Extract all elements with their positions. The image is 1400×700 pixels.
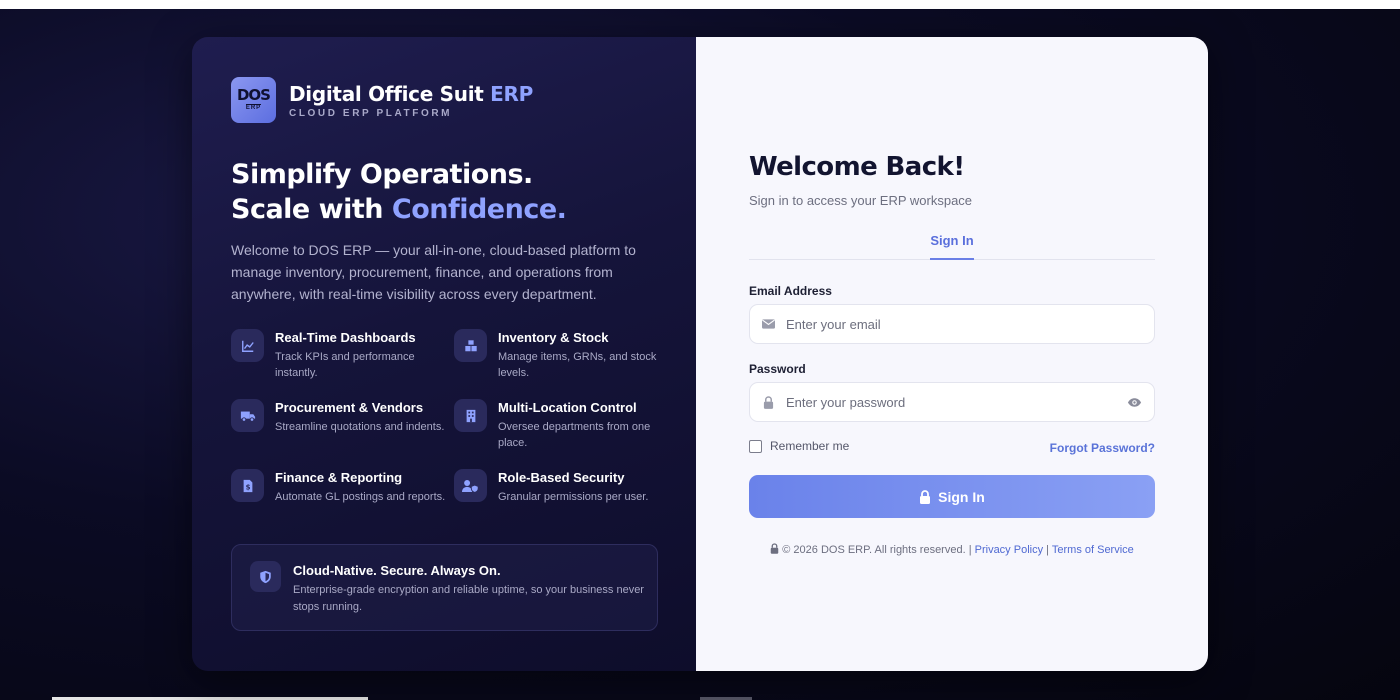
- cloud-desc: Enterprise-grade encryption and reliable…: [293, 584, 644, 613]
- privacy-policy-link[interactable]: Privacy Policy: [975, 544, 1043, 556]
- feature-item: Inventory & Stock Manage items, GRNs, an…: [454, 329, 671, 381]
- forgot-password-link[interactable]: Forgot Password?: [1050, 441, 1155, 455]
- feature-title: Procurement & Vendors: [275, 400, 424, 415]
- feature-item: Real-Time Dashboards Track KPIs and perf…: [231, 329, 454, 381]
- feature-item: $ Finance & Reporting Automate GL postin…: [231, 469, 454, 505]
- hero-line-2-prefix: Scale with: [231, 194, 392, 225]
- svg-text:$: $: [245, 483, 250, 491]
- feature-title: Role-Based Security: [498, 470, 625, 485]
- hero-line-1: Simplify Operations.: [231, 159, 533, 190]
- remember-me: Remember me: [749, 439, 849, 453]
- building-icon: [454, 399, 487, 432]
- brand-text: Digital Office Suit ERP CLOUD ERP PLATFO…: [289, 82, 533, 119]
- password-input[interactable]: [786, 394, 1114, 410]
- feature-grid: Real-Time Dashboards Track KPIs and perf…: [231, 329, 671, 505]
- promo-panel: DOS ERP Digital Office Suit ERP CLOUD ER…: [192, 37, 696, 671]
- lock-icon: [770, 543, 779, 554]
- footer: © 2026 DOS ERP. All rights reserved. | P…: [696, 543, 1208, 556]
- logo-subtext: ERP: [245, 104, 262, 111]
- feature-item: Multi-Location Control Oversee departmen…: [454, 399, 671, 451]
- terms-of-service-link[interactable]: Terms of Service: [1052, 544, 1134, 556]
- hero-line-2: Scale with Confidence.: [231, 192, 567, 227]
- password-label: Password: [749, 362, 806, 376]
- truck-icon: [231, 399, 264, 432]
- feature-desc: Streamline quotations and indents.: [275, 421, 445, 433]
- cloud-title: Cloud-Native. Secure. Always On.: [293, 563, 501, 578]
- feature-title: Multi-Location Control: [498, 400, 637, 415]
- brand: DOS ERP Digital Office Suit ERP CLOUD ER…: [231, 77, 533, 123]
- brand-logo: DOS ERP: [231, 77, 276, 123]
- eye-icon[interactable]: [1114, 397, 1154, 408]
- password-field-wrapper: [749, 382, 1155, 422]
- browser-top-strip: [0, 0, 1400, 9]
- brand-subtitle: CLOUD ERP PLATFORM: [289, 107, 453, 119]
- remember-label[interactable]: Remember me: [770, 439, 849, 453]
- feature-desc: Oversee departments from one place.: [498, 421, 651, 449]
- remember-checkbox[interactable]: [749, 439, 762, 453]
- lock-icon: [750, 395, 786, 409]
- cloud-info-box: Cloud-Native. Secure. Always On. Enterpr…: [231, 544, 658, 631]
- login-heading: Welcome Back!: [749, 152, 965, 182]
- auth-tabs: Sign In: [749, 227, 1155, 260]
- boxes-icon: [454, 329, 487, 362]
- tab-sign-in[interactable]: Sign In: [930, 233, 974, 260]
- user-shield-icon: [454, 469, 487, 502]
- feature-desc: Automate GL postings and reports.: [275, 491, 446, 503]
- feature-title: Real-Time Dashboards: [275, 330, 416, 345]
- hero-line-2-accent: Confidence.: [391, 194, 567, 225]
- sign-in-button[interactable]: Sign In: [749, 475, 1155, 518]
- login-card: DOS ERP Digital Office Suit ERP CLOUD ER…: [192, 37, 1208, 671]
- feature-item: Procurement & Vendors Streamline quotati…: [231, 399, 454, 451]
- email-label: Email Address: [749, 284, 832, 298]
- chart-line-icon: [231, 329, 264, 362]
- logo-text: DOS: [236, 86, 271, 104]
- brand-title: Digital Office Suit ERP: [289, 82, 533, 106]
- invoice-icon: $: [231, 469, 264, 502]
- footer-separator: |: [1046, 544, 1050, 556]
- email-field-wrapper: [749, 304, 1155, 344]
- sign-in-button-label: Sign In: [938, 488, 985, 505]
- email-input[interactable]: [786, 316, 1154, 332]
- lock-icon: [919, 489, 931, 504]
- hero-headline: Simplify Operations. Scale with Confiden…: [231, 157, 567, 227]
- copyright-text: © 2026 DOS ERP. All rights reserved. |: [782, 544, 972, 556]
- feature-title: Inventory & Stock: [498, 330, 609, 345]
- hero-intro: Welcome to DOS ERP — your all-in-one, cl…: [231, 242, 636, 302]
- envelope-icon: [750, 319, 786, 329]
- brand-title-main: Digital Office Suit: [289, 81, 491, 106]
- feature-desc: Manage items, GRNs, and stock levels.: [498, 351, 657, 379]
- login-panel: Welcome Back! Sign in to access your ERP…: [696, 37, 1208, 671]
- brand-title-accent: ERP: [490, 81, 533, 106]
- feature-title: Finance & Reporting: [275, 470, 403, 485]
- feature-desc: Granular permissions per user.: [498, 491, 649, 503]
- feature-item: Role-Based Security Granular permissions…: [454, 469, 671, 505]
- feature-desc: Track KPIs and performance instantly.: [275, 351, 415, 379]
- shield-icon: [250, 561, 281, 592]
- login-subheading: Sign in to access your ERP workspace: [749, 193, 973, 208]
